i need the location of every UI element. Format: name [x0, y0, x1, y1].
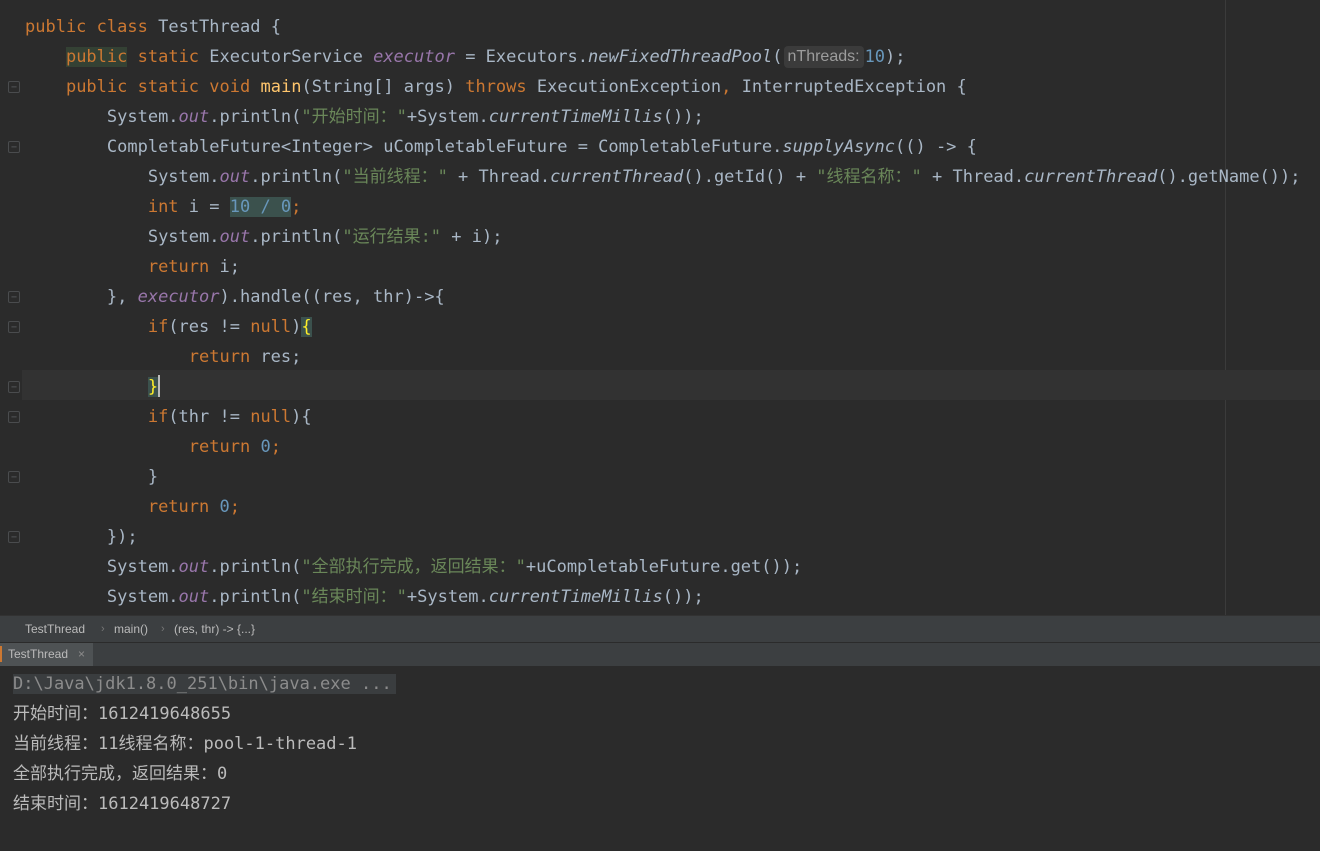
code-line-1: public class TestThread {: [25, 17, 281, 37]
breadcrumb-item-method[interactable]: main(): [114, 616, 148, 642]
code-line-19: System.out.println("全部执行完成，返回结果："+uCompl…: [106, 557, 803, 577]
fold-icon[interactable]: −: [8, 411, 20, 423]
tab-run-testthread[interactable]: TestThread ×: [0, 643, 93, 666]
fold-icon[interactable]: −: [8, 471, 20, 483]
code-line-10: }, executor).handle((res, thr)->{: [106, 287, 445, 307]
fold-icon[interactable]: −: [8, 531, 20, 543]
console-line: 结束时间：1612419648727: [13, 794, 232, 814]
fold-icon[interactable]: −: [8, 381, 20, 393]
code-line-15: return 0;: [188, 437, 281, 457]
fold-icon[interactable]: −: [8, 81, 20, 93]
matched-brace: }: [147, 377, 159, 397]
code-line-18: });: [106, 527, 138, 547]
breadcrumb-item-lambda[interactable]: (res, thr) -> {...}: [174, 616, 255, 642]
breadcrumb: TestThread › main() › (res, thr) -> {...…: [0, 615, 1320, 642]
close-icon[interactable]: ×: [78, 643, 85, 665]
code-line-7: int i = 10 / 0;: [147, 197, 302, 217]
code-line-4: System.out.println("开始时间："+System.curren…: [106, 107, 704, 127]
tab-label: TestThread: [8, 647, 69, 661]
run-console-output[interactable]: D:\Java\jdk1.8.0_251\bin\java.exe ... 开始…: [0, 666, 1320, 851]
console-line: 当前线程：11线程名称：pool-1-thread-1: [13, 734, 357, 754]
fold-icon[interactable]: −: [8, 291, 20, 303]
code-line-20: System.out.println("结束时间："+System.curren…: [106, 587, 704, 607]
console-command-line: D:\Java\jdk1.8.0_251\bin\java.exe ...: [13, 669, 396, 699]
code-line-6: System.out.println("当前线程：" + Thread.curr…: [147, 167, 1301, 187]
code-line-17: return 0;: [147, 497, 240, 517]
text-caret: [158, 375, 161, 397]
matched-brace: {: [301, 317, 312, 337]
active-tab-marker: [0, 646, 2, 662]
editor-gutter: − − − − − − − −: [0, 0, 22, 615]
code-line-3: public static void main(String[] args) t…: [65, 77, 967, 97]
breadcrumb-separator: ›: [101, 623, 105, 635]
code-editor[interactable]: − − − − − − − − public class TestThread …: [0, 0, 1320, 615]
right-margin-guide: [1225, 0, 1226, 615]
console-line: 开始时间：1612419648655: [13, 704, 232, 724]
code-line-11: if(res != null){: [147, 317, 312, 337]
code-line-14: if(thr != null){: [147, 407, 312, 427]
code-line-16: }: [147, 467, 159, 487]
run-panel-tabs: TestThread ×: [0, 642, 1320, 666]
code-line-2: public static ExecutorService executor =…: [65, 46, 906, 68]
code-line-9: return i;: [147, 257, 240, 277]
current-line-highlight: [22, 370, 1320, 400]
code-line-8: System.out.println("运行结果:" + i);: [147, 227, 503, 247]
code-line-12: return res;: [188, 347, 302, 367]
parameter-hint: nThreads:: [783, 46, 864, 68]
breadcrumb-separator: ›: [161, 623, 165, 635]
fold-icon[interactable]: −: [8, 321, 20, 333]
code-line-5: CompletableFuture<Integer> uCompletableF…: [106, 137, 977, 157]
warning-highlight: 10 / 0: [229, 197, 292, 217]
code-line-13: }: [25, 372, 161, 402]
fold-icon[interactable]: −: [8, 141, 20, 153]
breadcrumb-item-class[interactable]: TestThread: [25, 616, 85, 642]
console-line: 全部执行完成，返回结果：0: [13, 764, 228, 784]
